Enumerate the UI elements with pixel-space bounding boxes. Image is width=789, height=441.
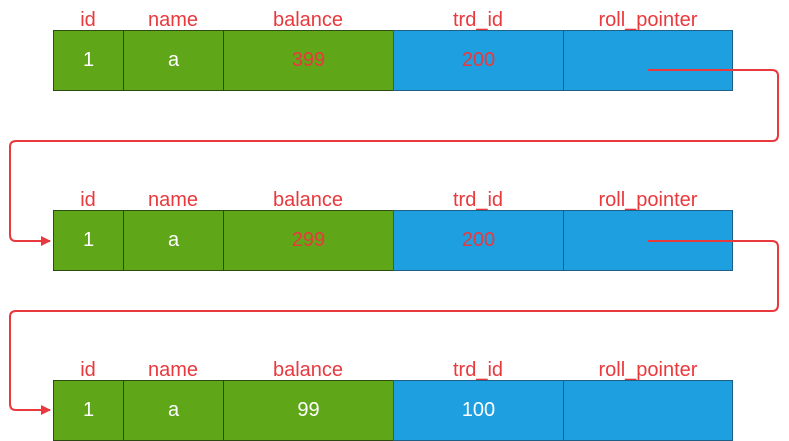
roll-pointer-arrow-2 <box>9 240 779 415</box>
undo-log-version-chain: id name balance trd_id roll_pointer 1 a … <box>0 0 789 441</box>
pointer-arrows <box>9 69 779 415</box>
roll-pointer-arrow-1 <box>9 69 779 246</box>
